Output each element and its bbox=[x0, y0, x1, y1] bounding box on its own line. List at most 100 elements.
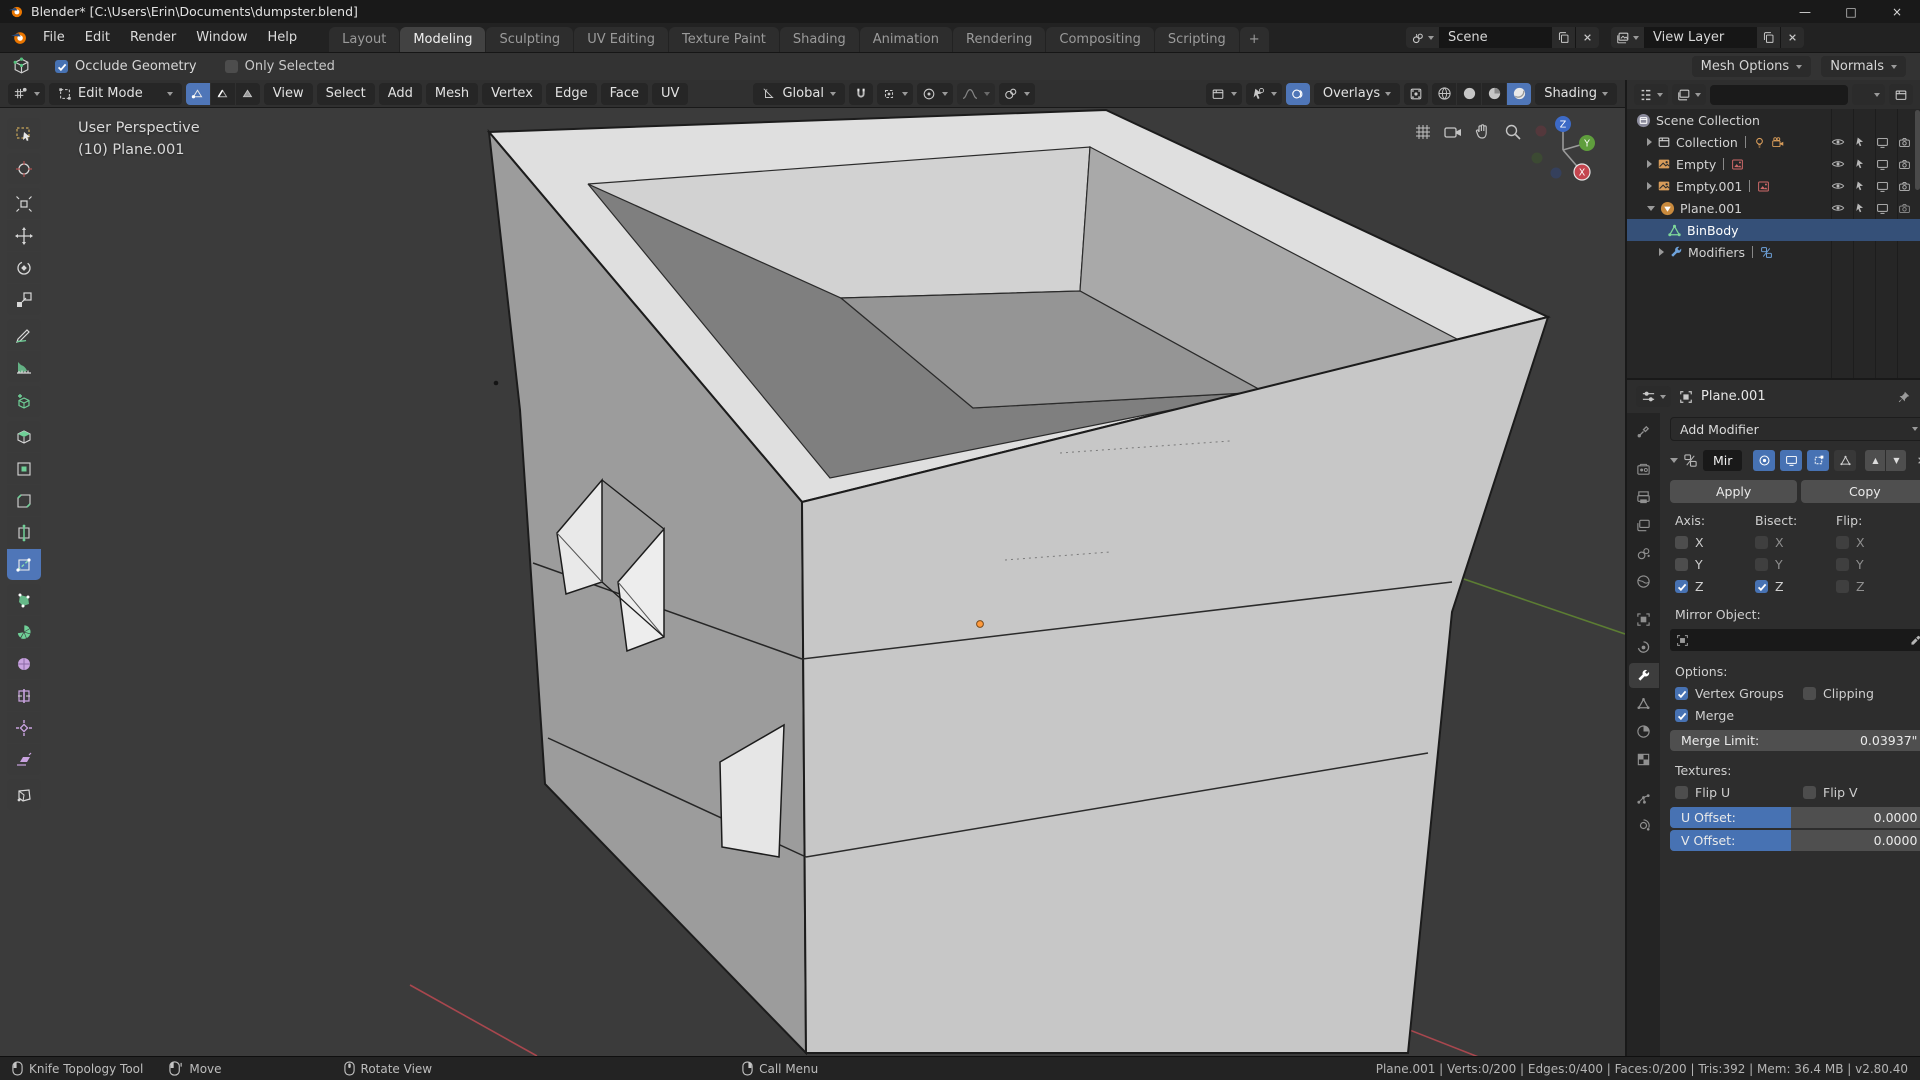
material-preview-button[interactable] bbox=[1482, 83, 1506, 105]
add-cube-tool[interactable] bbox=[7, 386, 41, 417]
menu-window[interactable]: Window bbox=[186, 23, 257, 52]
axis-x-checkbox[interactable]: X bbox=[1675, 535, 1755, 550]
vertex-groups-checkbox[interactable]: Vertex Groups bbox=[1675, 686, 1803, 701]
selectable-toggle[interactable] bbox=[1849, 153, 1871, 175]
flip-x-checkbox[interactable]: X bbox=[1836, 535, 1920, 550]
object-type-visibility-dropdown[interactable] bbox=[1206, 83, 1242, 105]
scene-new-button[interactable] bbox=[1552, 27, 1576, 48]
view-layer-remove-button[interactable] bbox=[1781, 27, 1804, 48]
viewport-menu-view[interactable]: View bbox=[264, 83, 313, 105]
menu-render[interactable]: Render bbox=[120, 23, 186, 52]
inset-faces-tool[interactable] bbox=[7, 453, 41, 484]
viewport-menu-edge[interactable]: Edge bbox=[546, 83, 597, 105]
viewport-disable-toggle[interactable] bbox=[1871, 153, 1893, 175]
copy-button[interactable]: Copy bbox=[1801, 480, 1920, 503]
proportional-editing-dropdown[interactable] bbox=[917, 83, 953, 105]
modifier-on-cage-toggle[interactable] bbox=[1834, 450, 1856, 471]
overlays-toggle-button[interactable] bbox=[1286, 83, 1310, 105]
tab-compositing[interactable]: Compositing bbox=[1046, 27, 1154, 52]
loop-cut-tool[interactable] bbox=[7, 517, 41, 548]
pan-hand-icon[interactable] bbox=[1473, 122, 1493, 142]
xray-toggle-button[interactable] bbox=[1404, 83, 1428, 105]
tab-object-data[interactable] bbox=[1629, 691, 1659, 716]
expand-icon[interactable] bbox=[1647, 138, 1652, 146]
spin-tool[interactable] bbox=[7, 616, 41, 647]
gizmo-neg-z-ball[interactable] bbox=[1551, 168, 1562, 179]
tab-rendering[interactable]: Rendering bbox=[953, 27, 1045, 52]
outliner-display-mode-dropdown[interactable] bbox=[1672, 84, 1706, 105]
transform-tool[interactable] bbox=[7, 188, 41, 219]
axis-y-checkbox[interactable]: Y bbox=[1675, 557, 1755, 572]
blender-menu-icon[interactable] bbox=[0, 23, 33, 52]
outliner-row-binbody[interactable]: BinBody bbox=[1627, 219, 1920, 241]
bisect-x-checkbox[interactable]: X bbox=[1755, 535, 1836, 550]
snap-settings-dropdown[interactable] bbox=[877, 83, 913, 105]
maximize-button[interactable]: □ bbox=[1828, 0, 1874, 23]
normals-dropdown[interactable]: Normals bbox=[1821, 56, 1906, 77]
outliner-row-modifiers[interactable]: Modifiers bbox=[1627, 241, 1920, 263]
render-disable-toggle[interactable] bbox=[1893, 131, 1915, 153]
modifier-viewport-toggle[interactable] bbox=[1780, 450, 1802, 471]
tab-constraints[interactable] bbox=[1629, 635, 1659, 660]
edge-slide-tool[interactable] bbox=[7, 680, 41, 711]
flip-z-checkbox[interactable]: Z bbox=[1836, 579, 1920, 594]
outliner-scrollbar[interactable] bbox=[1915, 110, 1920, 190]
mode-dropdown[interactable]: Edit Mode bbox=[49, 83, 182, 105]
gizmo-neg-y-ball[interactable] bbox=[1532, 153, 1543, 164]
cursor-tool[interactable] bbox=[7, 153, 41, 184]
outliner-row-plane-001[interactable]: Plane.001 bbox=[1627, 197, 1920, 219]
view-layer-name[interactable]: View Layer bbox=[1645, 27, 1757, 48]
tab-render[interactable] bbox=[1629, 457, 1659, 482]
tab-sculpting[interactable]: Sculpting bbox=[486, 27, 573, 52]
view-layer-browse-button[interactable] bbox=[1611, 27, 1645, 48]
tab-object[interactable] bbox=[1629, 607, 1659, 632]
properties-editor-type-dropdown[interactable] bbox=[1636, 386, 1671, 407]
solid-shading-button[interactable] bbox=[1457, 83, 1481, 105]
menu-help[interactable]: Help bbox=[258, 23, 308, 52]
tab-texture[interactable] bbox=[1629, 747, 1659, 772]
axis-z-checkbox[interactable]: Z bbox=[1675, 579, 1755, 594]
u-offset-slider[interactable]: U Offset: 0.0000 bbox=[1670, 807, 1920, 828]
navigation-gizmo[interactable]: Z Y X bbox=[1523, 110, 1603, 190]
annotate-tool[interactable] bbox=[7, 319, 41, 350]
shading-dropdown[interactable]: Shading bbox=[1535, 83, 1617, 105]
outliner-filter-dropdown[interactable] bbox=[1852, 84, 1885, 105]
selectable-toggle[interactable] bbox=[1849, 131, 1871, 153]
scene-unlink-button[interactable] bbox=[1576, 27, 1599, 48]
tab-tool[interactable] bbox=[1629, 419, 1659, 444]
merge-limit-slider[interactable]: Merge Limit: 0.03937" bbox=[1670, 730, 1920, 751]
outliner-row-empty[interactable]: Empty bbox=[1627, 153, 1920, 175]
selectable-toggle[interactable] bbox=[1849, 175, 1871, 197]
hide-eye-toggle[interactable] bbox=[1827, 131, 1849, 153]
transform-pivot-dropdown[interactable] bbox=[999, 83, 1035, 105]
proportional-falloff-dropdown[interactable] bbox=[957, 83, 995, 105]
flip-y-checkbox[interactable]: Y bbox=[1836, 557, 1920, 572]
knife-tool[interactable] bbox=[7, 549, 41, 580]
expand-icon[interactable] bbox=[1659, 248, 1664, 256]
viewport-disable-toggle[interactable] bbox=[1871, 131, 1893, 153]
modifier-name-field[interactable]: Mir bbox=[1703, 450, 1742, 471]
modifier-delete-button[interactable] bbox=[1915, 454, 1920, 467]
menu-edit[interactable]: Edit bbox=[75, 23, 120, 52]
editor-type-dropdown[interactable] bbox=[8, 83, 45, 105]
viewport-menu-add[interactable]: Add bbox=[379, 83, 422, 105]
extrude-region-tool[interactable] bbox=[7, 421, 41, 452]
mirror-object-field[interactable] bbox=[1670, 629, 1920, 651]
only-selected-checkbox[interactable]: Only Selected bbox=[225, 59, 335, 74]
clipping-checkbox[interactable]: Clipping bbox=[1803, 686, 1874, 701]
scale-tool[interactable] bbox=[7, 284, 41, 315]
show-gizmo-dropdown[interactable] bbox=[1246, 83, 1282, 105]
tab-texture-paint[interactable]: Texture Paint bbox=[669, 27, 779, 52]
camera-view-icon[interactable] bbox=[1443, 122, 1463, 142]
tab-particles[interactable] bbox=[1629, 785, 1659, 810]
occlude-geometry-checkbox[interactable]: Occlude Geometry bbox=[55, 59, 197, 74]
pin-icon[interactable] bbox=[1897, 390, 1911, 404]
v-offset-slider[interactable]: V Offset: 0.0000 bbox=[1670, 830, 1920, 851]
modifier-move-up-button[interactable]: ▲ bbox=[1865, 450, 1885, 471]
tab-scripting[interactable]: Scripting bbox=[1155, 27, 1239, 52]
wireframe-shading-button[interactable] bbox=[1432, 83, 1456, 105]
menu-file[interactable]: File bbox=[33, 23, 75, 52]
hide-eye-toggle[interactable] bbox=[1827, 197, 1849, 219]
move-tool[interactable] bbox=[7, 220, 41, 251]
tab-uv-editing[interactable]: UV Editing bbox=[574, 27, 668, 52]
